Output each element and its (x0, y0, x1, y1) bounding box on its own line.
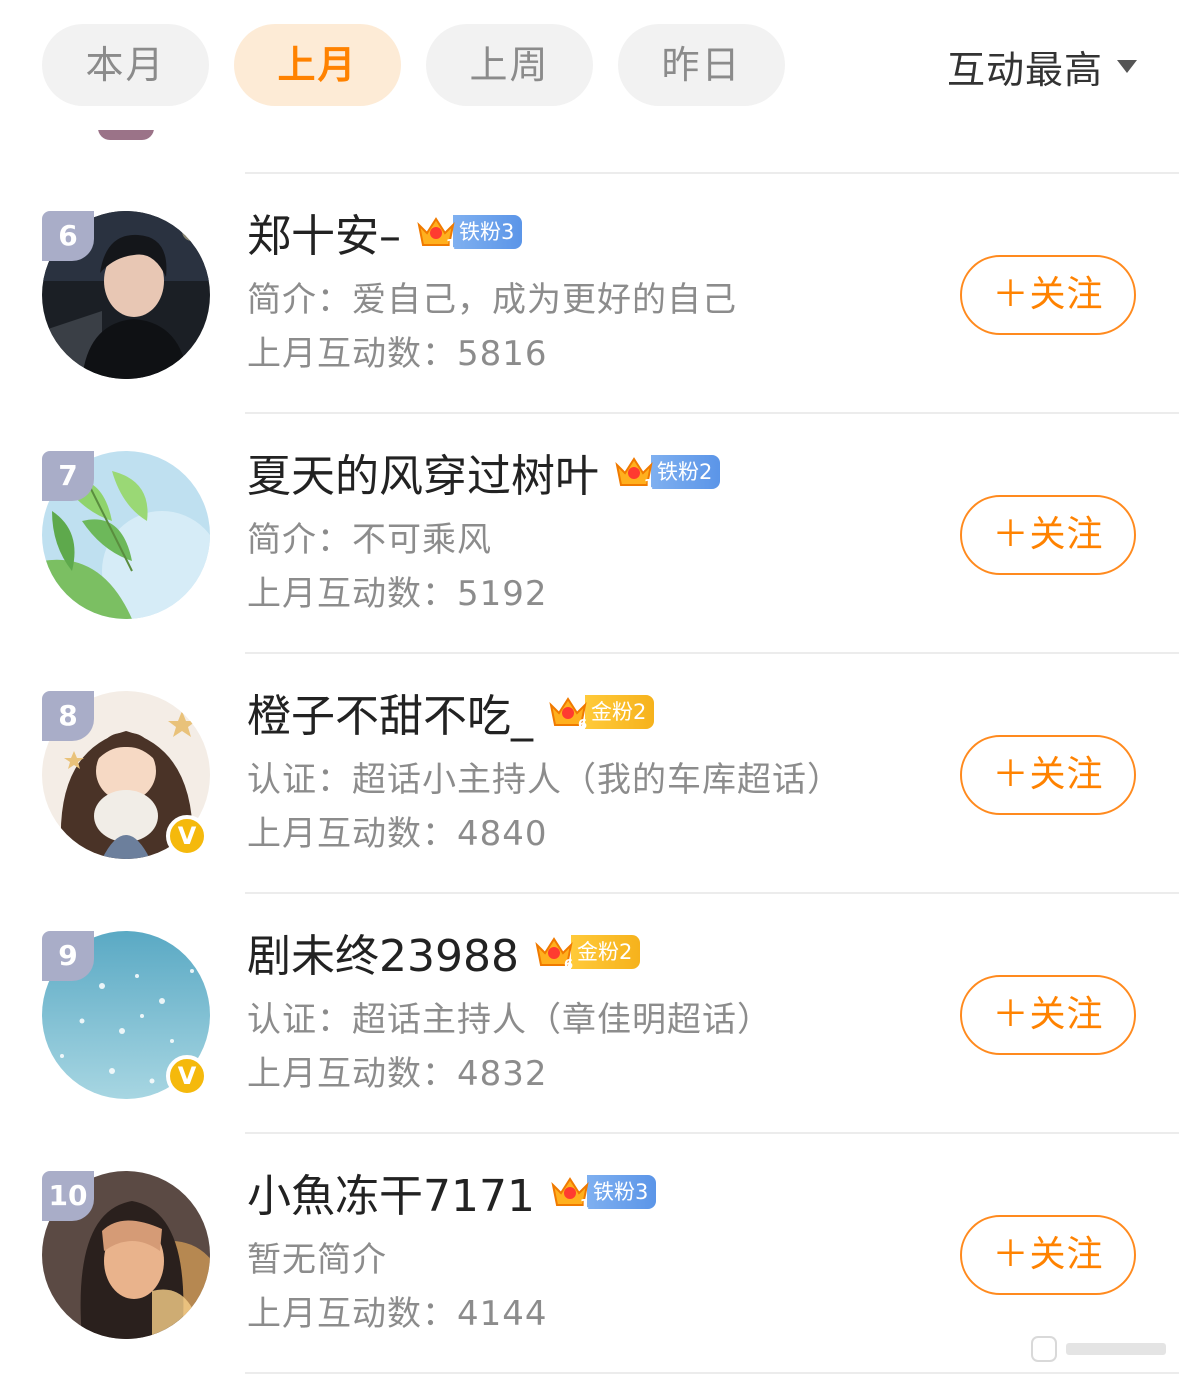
user-name[interactable]: 小魚冻干7171 (247, 1160, 535, 1224)
user-intro: 认证：超话主持人（章佳明超话） (247, 1000, 772, 1040)
user-name[interactable]: 剧未终23988 (247, 920, 519, 984)
verified-badge-icon: V (166, 815, 208, 857)
tab-yesterday[interactable]: 昨日 (618, 24, 785, 106)
user-name[interactable]: 橙子不甜不吃_ (247, 680, 533, 744)
follow-button[interactable]: ＋关注 (960, 735, 1136, 815)
fan-level-label: 铁粉3 (586, 1175, 657, 1209)
fan-level-label: 铁粉3 (453, 215, 523, 249)
fan-badge: 1 铁粉3 (415, 211, 523, 253)
list-item[interactable]: 6 郑十安– 1 铁粉3 简介：爱自己，成为更好的自己 上月互动数：5816 ＋… (0, 174, 1179, 414)
row-divider (245, 1372, 1179, 1374)
rank-badge: 9 (42, 931, 94, 981)
user-intro: 认证：超话小主持人（我的车库超话） (247, 760, 842, 800)
user-name[interactable]: 夏天的风穿过树叶 (247, 440, 599, 504)
crown-icon: 6 (533, 931, 575, 973)
follow-button[interactable]: ＋关注 (960, 975, 1136, 1055)
tab-last-week[interactable]: 上周 (426, 24, 593, 106)
caret-down-icon (1117, 59, 1137, 73)
follow-button[interactable]: ＋关注 (960, 1215, 1136, 1295)
user-intro: 简介：不可乘风 (247, 520, 492, 560)
user-intro: 暂无简介 (247, 1240, 387, 1280)
crown-icon: 1 (613, 451, 655, 493)
verified-badge-icon: V (166, 1055, 208, 1097)
crown-icon: 1 (415, 211, 457, 253)
rank-badge: 6 (42, 211, 94, 261)
crown-icon: 1 (549, 1171, 591, 1213)
fan-level-label: 金粉2 (585, 695, 655, 729)
follow-button[interactable]: ＋关注 (960, 255, 1136, 335)
fan-badge: 6 金粉2 (547, 691, 655, 733)
follow-button[interactable]: ＋关注 (960, 495, 1136, 575)
interaction-count: 上月互动数：5192 (247, 574, 548, 614)
fan-badge: 6 金粉2 (533, 931, 641, 973)
rank-badge: 7 (42, 451, 94, 501)
filter-bar: 本月 上月 上周 昨日 互动最高 (0, 0, 1179, 130)
watermark-logo (1031, 1336, 1166, 1362)
rank-badge: 10 (42, 1171, 94, 1221)
interaction-count: 上月互动数：5816 (247, 334, 548, 374)
tab-this-month[interactable]: 本月 (42, 24, 209, 106)
crown-icon: 6 (547, 691, 589, 733)
rank-badge: 8 (42, 691, 94, 741)
sort-dropdown[interactable]: 互动最高 (947, 38, 1137, 94)
interaction-count: 上月互动数：4144 (247, 1294, 548, 1334)
list-item[interactable]: 8 V 橙子不甜不吃_ 6 金粉2 认证：超话小主持人（我的车库超话） 上月互动… (0, 654, 1179, 894)
fan-level-label: 铁粉2 (651, 455, 721, 489)
user-intro: 简介：爱自己，成为更好的自己 (247, 280, 737, 320)
list-item[interactable]: 7 夏天的风穿过树叶 1 铁粉2 简介：不可乘风 上月互动数：5192 ＋关注 (0, 414, 1179, 654)
fan-level-label: 金粉2 (570, 935, 641, 969)
user-name[interactable]: 郑十安– (247, 200, 401, 264)
sort-label: 互动最高 (946, 47, 1103, 92)
list-item[interactable]: 9 V 剧未终23988 6 金粉2 认证：超话主持人（章佳明超话） 上月互动数… (0, 894, 1179, 1134)
interaction-count: 上月互动数：4840 (247, 814, 548, 854)
fan-badge: 1 铁粉3 (549, 1171, 657, 1213)
list-item[interactable]: 10 小魚冻干7171 1 铁粉3 暂无简介 上月互动数：4144 ＋关注 (0, 1134, 1179, 1374)
interaction-count: 上月互动数：4832 (247, 1054, 548, 1094)
fan-badge: 1 铁粉2 (613, 451, 721, 493)
tab-last-month[interactable]: 上月 (234, 24, 401, 106)
